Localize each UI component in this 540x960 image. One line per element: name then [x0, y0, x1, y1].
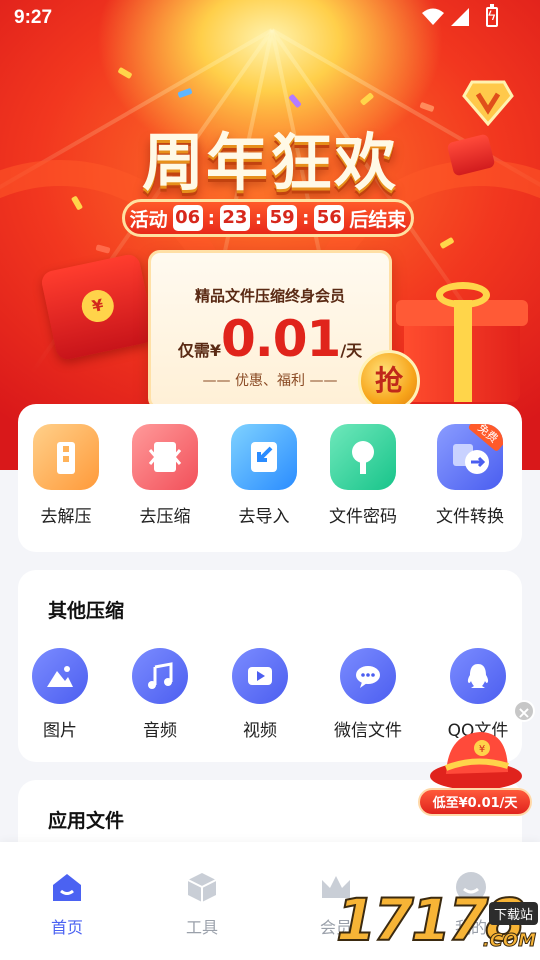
red-hat-gift-icon: ¥	[430, 732, 522, 790]
status-time: 9:27	[14, 7, 53, 28]
audio-label: 音频	[143, 721, 177, 741]
import-button[interactable]: 去导入	[216, 424, 312, 527]
image-icon	[32, 648, 88, 704]
compress-label: 去压缩	[139, 507, 191, 527]
wifi-icon	[422, 8, 444, 25]
compress-icon	[132, 424, 198, 490]
video-icon	[232, 648, 288, 704]
countdown-minutes: 23	[219, 205, 250, 231]
qq-icon	[450, 648, 506, 704]
other-compress-title: 其他压缩	[48, 600, 125, 622]
audio-compress-button[interactable]: 音频	[110, 648, 210, 741]
tab-tools-label: 工具	[185, 918, 218, 937]
convert-icon: 免费	[437, 424, 503, 490]
compress-button[interactable]: 去压缩	[117, 424, 213, 527]
import-icon	[231, 424, 297, 490]
wechat-label: 微信文件	[334, 721, 402, 741]
countdown-centis: 56	[314, 205, 345, 231]
price-prefix: 仅需¥	[177, 341, 221, 360]
countdown-prefix: 活动	[129, 208, 168, 231]
file-convert-button[interactable]: 免费 文件转换	[422, 424, 518, 527]
tab-tools[interactable]: 工具	[152, 870, 252, 938]
offer-price: 仅需¥ 0.01 /天	[151, 310, 389, 368]
close-icon[interactable]: ×	[513, 700, 535, 722]
file-password-button[interactable]: 文件密码	[315, 424, 411, 527]
price-unit: /天	[340, 341, 363, 360]
countdown-seconds: 59	[267, 205, 298, 231]
offer-headline: 精品文件压缩终身会员	[194, 287, 345, 305]
hat-coin-symbol: ¥	[479, 744, 485, 755]
cell-signal-icon	[451, 8, 469, 26]
app-files-title: 应用文件	[48, 810, 125, 832]
floating-promo[interactable]: × ¥ 低至¥0.01/天	[414, 700, 536, 820]
watermark-suffix: .COM	[482, 930, 536, 952]
promo-banner[interactable]: 9:27 周年狂欢 活动 06 : 23 : 59 : 56 后结束 ¥ 精品文…	[0, 0, 540, 470]
watermark-tag: 下载站	[488, 902, 538, 925]
floating-promo-label: 低至¥0.01/天	[418, 788, 532, 816]
coin-icon: ¥	[78, 287, 117, 325]
grab-button[interactable]: 抢	[358, 350, 420, 412]
countdown-timer: 活动 06 : 23 : 59 : 56 后结束	[122, 199, 414, 237]
import-label: 去导入	[238, 507, 290, 527]
music-icon	[132, 648, 188, 704]
price-amount: 0.01	[220, 310, 341, 368]
unzip-icon	[33, 424, 99, 490]
offer-footer: —— 优惠、福利 ——	[202, 373, 338, 389]
box-icon	[187, 873, 217, 902]
wechat-compress-button[interactable]: 微信文件	[318, 648, 418, 741]
battery-charging-icon	[486, 4, 498, 27]
file-password-label: 文件密码	[329, 507, 397, 527]
wechat-icon	[340, 648, 396, 704]
status-bar: 9:27	[0, 0, 540, 40]
file-lock-icon	[330, 424, 396, 490]
image-label: 图片	[43, 721, 77, 741]
membership-offer-card[interactable]: 精品文件压缩终身会员 仅需¥ 0.01 /天 —— 优惠、福利 ——	[148, 250, 392, 410]
image-compress-button[interactable]: 图片	[10, 648, 110, 741]
video-label: 视频	[243, 721, 277, 741]
file-convert-label: 文件转换	[436, 507, 504, 527]
site-watermark: 17178 下载站 .COM	[335, 872, 540, 960]
unzip-button[interactable]: 去解压	[18, 424, 114, 527]
countdown-hours: 06	[172, 205, 203, 231]
tab-home-label: 首页	[50, 918, 83, 937]
tab-home[interactable]: 首页	[17, 870, 117, 938]
countdown-suffix: 后结束	[349, 208, 407, 231]
quick-actions-card: 去解压 去压缩 去导入 文件密码 免费 文件转换	[18, 404, 522, 552]
banner-title: 周年狂欢	[141, 126, 398, 199]
video-compress-button[interactable]: 视频	[210, 648, 310, 741]
unzip-label: 去解压	[40, 507, 92, 527]
home-icon	[53, 874, 81, 901]
